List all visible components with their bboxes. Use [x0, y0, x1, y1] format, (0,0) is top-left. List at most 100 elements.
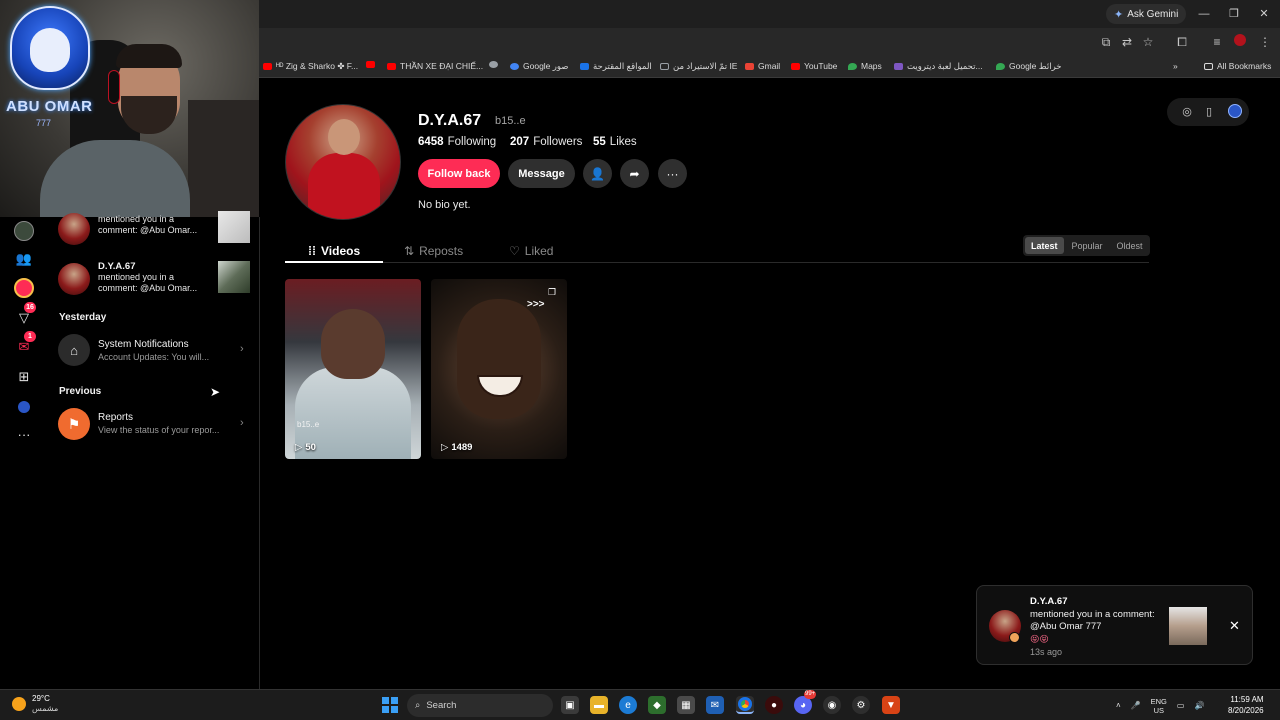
more-options-icon[interactable]: ··· — [658, 159, 687, 188]
profile-icon[interactable] — [14, 397, 34, 417]
more-bookmarks-icon[interactable]: » — [1173, 61, 1178, 71]
video-tag: b15..e — [297, 420, 320, 429]
add-friend-icon[interactable]: 👤 — [583, 159, 612, 188]
outlook-icon[interactable]: ✉ — [706, 696, 724, 714]
chrome-icon[interactable] — [736, 696, 754, 714]
media-control-icon[interactable]: ≡ — [1209, 34, 1225, 50]
steam-icon[interactable]: ⚙ — [852, 696, 870, 714]
minimize-icon[interactable]: — — [1192, 5, 1216, 23]
start-button[interactable] — [382, 697, 398, 713]
sort-popular-button[interactable]: Popular — [1066, 237, 1109, 254]
bookmark-item[interactable] — [489, 61, 498, 68]
weather-widget[interactable]: 29°C مشمس — [12, 694, 58, 714]
site-icon — [894, 63, 903, 70]
reports-title[interactable]: Reports — [98, 412, 133, 423]
bookmark-star-icon[interactable]: ☆ — [1140, 34, 1156, 50]
lion-face — [30, 28, 70, 72]
view-count-value: 50 — [305, 442, 316, 453]
display-icon[interactable]: ▭ — [1177, 701, 1185, 710]
taskbar-search-label: Search — [426, 700, 457, 711]
microphone-icon[interactable]: 🎤 — [1131, 701, 1141, 710]
file-explorer-icon[interactable]: ▬ — [590, 696, 608, 714]
toast-thumbnail — [1169, 607, 1207, 645]
bookmark-item[interactable]: تمّ الاستيراد من IE — [660, 61, 737, 72]
webcam-shelf — [188, 100, 259, 217]
sun-icon — [12, 697, 26, 711]
chevron-right-icon[interactable]: › — [240, 417, 244, 429]
chevron-up-icon[interactable]: ˄ — [1116, 701, 1121, 710]
sort-latest-button[interactable]: Latest — [1025, 237, 1064, 254]
bookmark-item[interactable]: Google صور — [510, 61, 569, 72]
followers-stat[interactable]: 207 Followers — [510, 136, 582, 148]
bookmark-item[interactable]: تحميل لعبة ديترويت... — [894, 61, 983, 72]
account-avatar-icon[interactable] — [1227, 104, 1243, 120]
nvidia-icon[interactable]: ◆ — [648, 696, 666, 714]
chevron-right-icon[interactable]: › — [240, 343, 244, 355]
sort-oldest-button[interactable]: Oldest — [1111, 237, 1149, 254]
task-view-icon[interactable]: ▣ — [561, 696, 579, 714]
messages-icon[interactable]: ✉ 1 — [14, 331, 36, 357]
bookmark-item[interactable]: YouTube — [791, 61, 837, 71]
game-launcher-icon[interactable]: ● — [765, 696, 783, 714]
notification-item[interactable]: mentioned you in a comment: @Abu Omar... — [58, 211, 253, 247]
following-icon[interactable]: 👥 — [14, 249, 34, 269]
restore-icon[interactable]: ❐ — [1222, 5, 1246, 23]
tab-videos-label: Videos — [321, 244, 361, 258]
notification-item[interactable]: D.Y.A.67 mentioned you in a comment: @Ab… — [58, 261, 253, 297]
language-indicator[interactable]: ENG US — [1151, 697, 1167, 715]
discord-icon[interactable]: ◕ 99+ — [794, 690, 817, 714]
profile-avatar[interactable] — [285, 104, 401, 220]
cast-icon[interactable]: ⇄ — [1119, 34, 1135, 50]
gemini-sparkle-icon: ✦ — [1114, 8, 1124, 21]
bookmark-item[interactable]: المواقع المقترحة — [580, 61, 652, 72]
video-thumbnail[interactable]: ❐ >>> ▷ 1489 — [431, 279, 567, 459]
obs-icon[interactable]: ◉ — [823, 696, 841, 714]
bookmark-item[interactable] — [366, 61, 375, 68]
bookmark-item[interactable]: THẦN XE ĐẠI CHIẾ... — [387, 61, 483, 71]
bookmark-item[interactable]: Maps — [848, 61, 882, 71]
edge-icon[interactable]: e — [619, 696, 637, 714]
likes-label: Likes — [609, 136, 637, 148]
translate-icon[interactable]: ⧉ — [1098, 34, 1114, 50]
message-button[interactable]: Message — [508, 159, 575, 188]
profile-rail-avatar[interactable] — [14, 221, 34, 241]
phone-icon[interactable]: ▯ — [1201, 104, 1217, 120]
tab-liked[interactable]: ♡ Liked — [509, 239, 553, 263]
tab-reposts[interactable]: ⇅ Reposts — [404, 239, 463, 263]
follow-back-button[interactable]: Follow back — [418, 159, 500, 188]
toast-title: D.Y.A.67 — [1030, 596, 1068, 607]
ask-gemini-button[interactable]: ✦ Ask Gemini — [1106, 4, 1187, 24]
volume-icon[interactable]: 🔊 — [1194, 701, 1204, 710]
close-icon[interactable]: ✕ — [1229, 618, 1240, 634]
extensions-icon[interactable]: ⧠ — [1174, 34, 1190, 50]
store-icon[interactable]: ▦ — [677, 696, 695, 714]
play-icon: ▷ — [295, 442, 303, 453]
bookmark-item[interactable]: ᴴᴰ Zig & Sharko ✤ F... — [263, 61, 358, 72]
share-icon[interactable]: ➦ — [620, 159, 649, 188]
following-stat[interactable]: 6458 Following — [418, 136, 496, 148]
live-icon[interactable] — [14, 278, 34, 298]
followers-label: Followers — [533, 136, 583, 148]
system-notifications-title[interactable]: System Notifications — [98, 339, 189, 350]
mention-toast[interactable]: D.Y.A.67 mentioned you in a comment: @Ab… — [976, 585, 1253, 665]
mouse-cursor-icon: ➤ — [210, 385, 221, 399]
tab-videos[interactable]: ⁞⁞ Videos — [308, 239, 360, 263]
bookmark-item[interactable]: Gmail — [745, 61, 780, 71]
explore-icon[interactable]: ▽ 16 — [14, 302, 36, 328]
bookmark-label: المواقع المقترحة — [593, 61, 652, 71]
taskbar-search[interactable]: ⌕ Search — [407, 694, 553, 717]
all-bookmarks-button[interactable]: All Bookmarks — [1204, 61, 1271, 71]
close-window-icon[interactable]: ✕ — [1252, 5, 1276, 23]
compass-icon[interactable]: ◎ — [1179, 104, 1195, 120]
clock[interactable]: 11:59 AM 8/20/2026 — [1228, 694, 1264, 716]
bookmark-label: Google خرائط — [1009, 61, 1062, 71]
upload-icon[interactable]: ⊞ — [14, 367, 34, 387]
browser-menu-icon[interactable]: ⋮ — [1257, 34, 1273, 50]
following-count: 6458 — [418, 136, 444, 148]
profile-avatar-icon[interactable] — [1232, 34, 1248, 50]
bookmark-item[interactable]: Google خرائط — [996, 61, 1062, 72]
video-thumbnail[interactable]: b15..e ▷ 50 — [285, 279, 421, 459]
brave-icon[interactable]: ▼ — [882, 696, 900, 714]
more-icon[interactable]: ··· — [14, 424, 34, 444]
left-icon-rail: 👥 ▽ 16 ✉ 1 ⊞ ··· — [0, 217, 48, 689]
